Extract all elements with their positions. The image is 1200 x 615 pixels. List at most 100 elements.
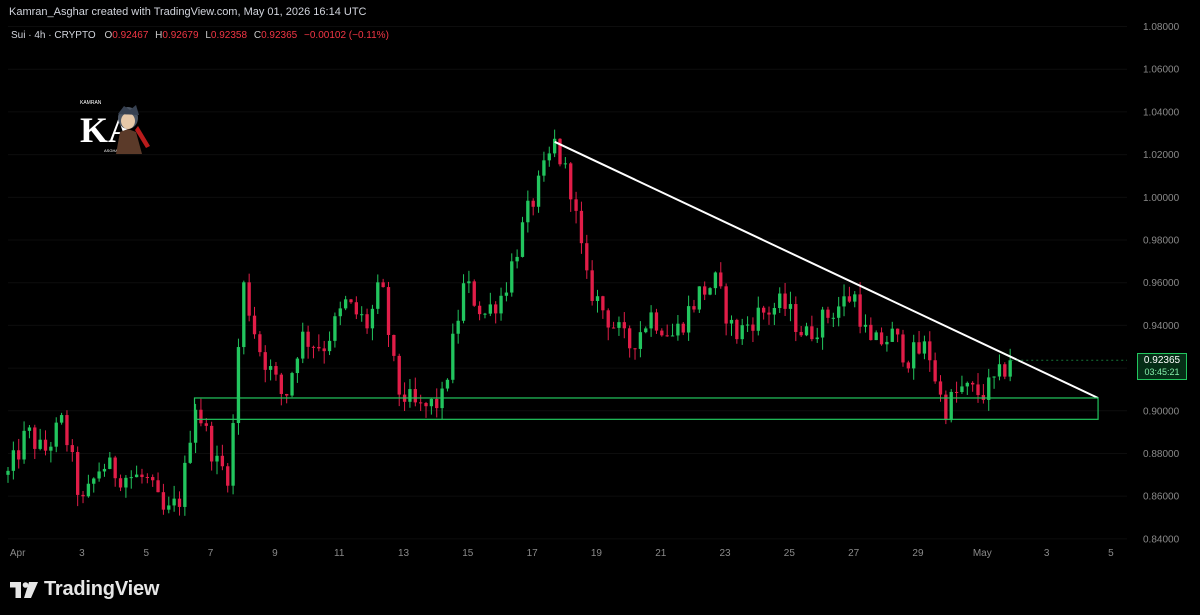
candle-body (874, 332, 878, 341)
candle-body (713, 272, 718, 289)
candle-body (172, 498, 176, 506)
y-tick-label: 0.86000 (1143, 492, 1180, 503)
candle-body (477, 305, 482, 315)
candle-body (418, 402, 423, 404)
candle-body (263, 352, 267, 370)
candle-body (826, 309, 830, 318)
candle-body (97, 471, 101, 479)
candle-body (38, 439, 42, 449)
candles-layer (6, 129, 1012, 516)
candle-body (767, 312, 771, 315)
y-tick-label: 0.90000 (1143, 406, 1180, 417)
candle-body (392, 334, 396, 356)
candle-body (794, 304, 798, 332)
candle-body (649, 312, 653, 329)
y-tick-label: 0.88000 (1143, 449, 1180, 460)
y-tick-label: 1.02000 (1143, 150, 1180, 161)
candle-body (108, 457, 112, 469)
x-tick-label: 25 (784, 548, 796, 559)
candle-body (558, 138, 562, 165)
candle-body (660, 330, 664, 336)
candle-body (928, 341, 932, 361)
candle-body (188, 442, 192, 463)
candle-body (938, 381, 943, 395)
candle-body (338, 308, 342, 317)
candle-countdown: 03:45:21 (1144, 367, 1180, 377)
x-tick-label: 3 (1044, 548, 1050, 559)
candle-body (745, 324, 750, 326)
candle-body (858, 294, 862, 327)
candle-body (70, 445, 74, 453)
x-tick-label: 5 (1108, 548, 1114, 559)
descending-trendline[interactable] (554, 140, 1099, 399)
price-axis[interactable]: 0.840000.860000.880000.900000.920000.940… (1143, 22, 1180, 545)
tradingview-brand[interactable]: TradingView (10, 578, 159, 601)
candle-body (274, 366, 278, 375)
candle-body (1003, 364, 1007, 377)
candle-body (397, 355, 401, 395)
logo-top-text: KAMRAN (80, 100, 102, 106)
candle-body (536, 175, 541, 207)
candle-body (895, 328, 900, 335)
candle-body (499, 295, 503, 314)
candle-body (226, 466, 230, 486)
candle-body (54, 422, 58, 447)
candle-body (676, 323, 680, 336)
candle-body (199, 409, 203, 424)
candle-body (456, 320, 460, 334)
candle-body (724, 286, 728, 324)
candle-body (494, 304, 498, 314)
candle-body (295, 358, 300, 374)
candle-body (467, 281, 471, 284)
candle-body (242, 282, 246, 348)
candle-body (617, 322, 621, 328)
candle-body (461, 283, 466, 321)
ohlc-legend: Sui · 4h · CRYPTO O0.92467 H0.92679 L0.9… (11, 30, 393, 41)
candle-body (215, 455, 219, 462)
x-tick-label: 7 (208, 548, 214, 559)
support-zone-box[interactable] (193, 397, 1099, 420)
x-tick-label: 9 (272, 548, 278, 559)
time-axis[interactable]: Apr 3 5 7 9 11 13 15 17 19 21 23 25 27 29 May 3 5 (10, 548, 1114, 559)
candle-body (49, 446, 53, 451)
candle-body (381, 282, 385, 288)
candle-body (177, 498, 182, 507)
candle-body (413, 389, 417, 403)
candle-body (183, 462, 187, 507)
candle-body (354, 302, 359, 315)
high-value: 0.92679 (162, 30, 199, 41)
candle-body (204, 423, 208, 426)
candle-body (552, 138, 557, 154)
x-tick-label: 21 (655, 548, 667, 559)
candle-body (751, 324, 755, 331)
tradingview-logo-icon (10, 581, 38, 598)
y-tick-label: 0.84000 (1143, 534, 1180, 545)
candle-body (33, 427, 37, 449)
close-key: C (253, 30, 262, 41)
candle-body (708, 288, 712, 295)
x-tick-label: 5 (143, 548, 149, 559)
candle-body (719, 272, 723, 287)
candle-body (424, 403, 428, 407)
candle-body (488, 304, 492, 314)
candle-body (847, 296, 852, 302)
candle-body (220, 455, 225, 467)
candle-body (113, 457, 117, 479)
candle-body (360, 314, 364, 316)
candle-body (279, 374, 283, 394)
candle-body (987, 377, 991, 400)
candle-body (376, 282, 380, 309)
candle-body (697, 286, 701, 310)
candle-body (258, 334, 262, 353)
candle-body (906, 362, 911, 369)
candle-body (349, 299, 353, 303)
candle-body (386, 287, 391, 335)
symbol-line[interactable]: Sui · 4h · CRYPTO (11, 30, 96, 41)
candle-body (343, 299, 348, 309)
y-tick-label: 1.06000 (1143, 65, 1180, 76)
candle-body (451, 333, 455, 380)
x-tick-label: 13 (398, 548, 410, 559)
candlestick-chart[interactable]: 0.840000.860000.880000.900000.920000.940… (0, 0, 1200, 615)
x-tick-label: 27 (848, 548, 860, 559)
candle-body (408, 389, 412, 402)
